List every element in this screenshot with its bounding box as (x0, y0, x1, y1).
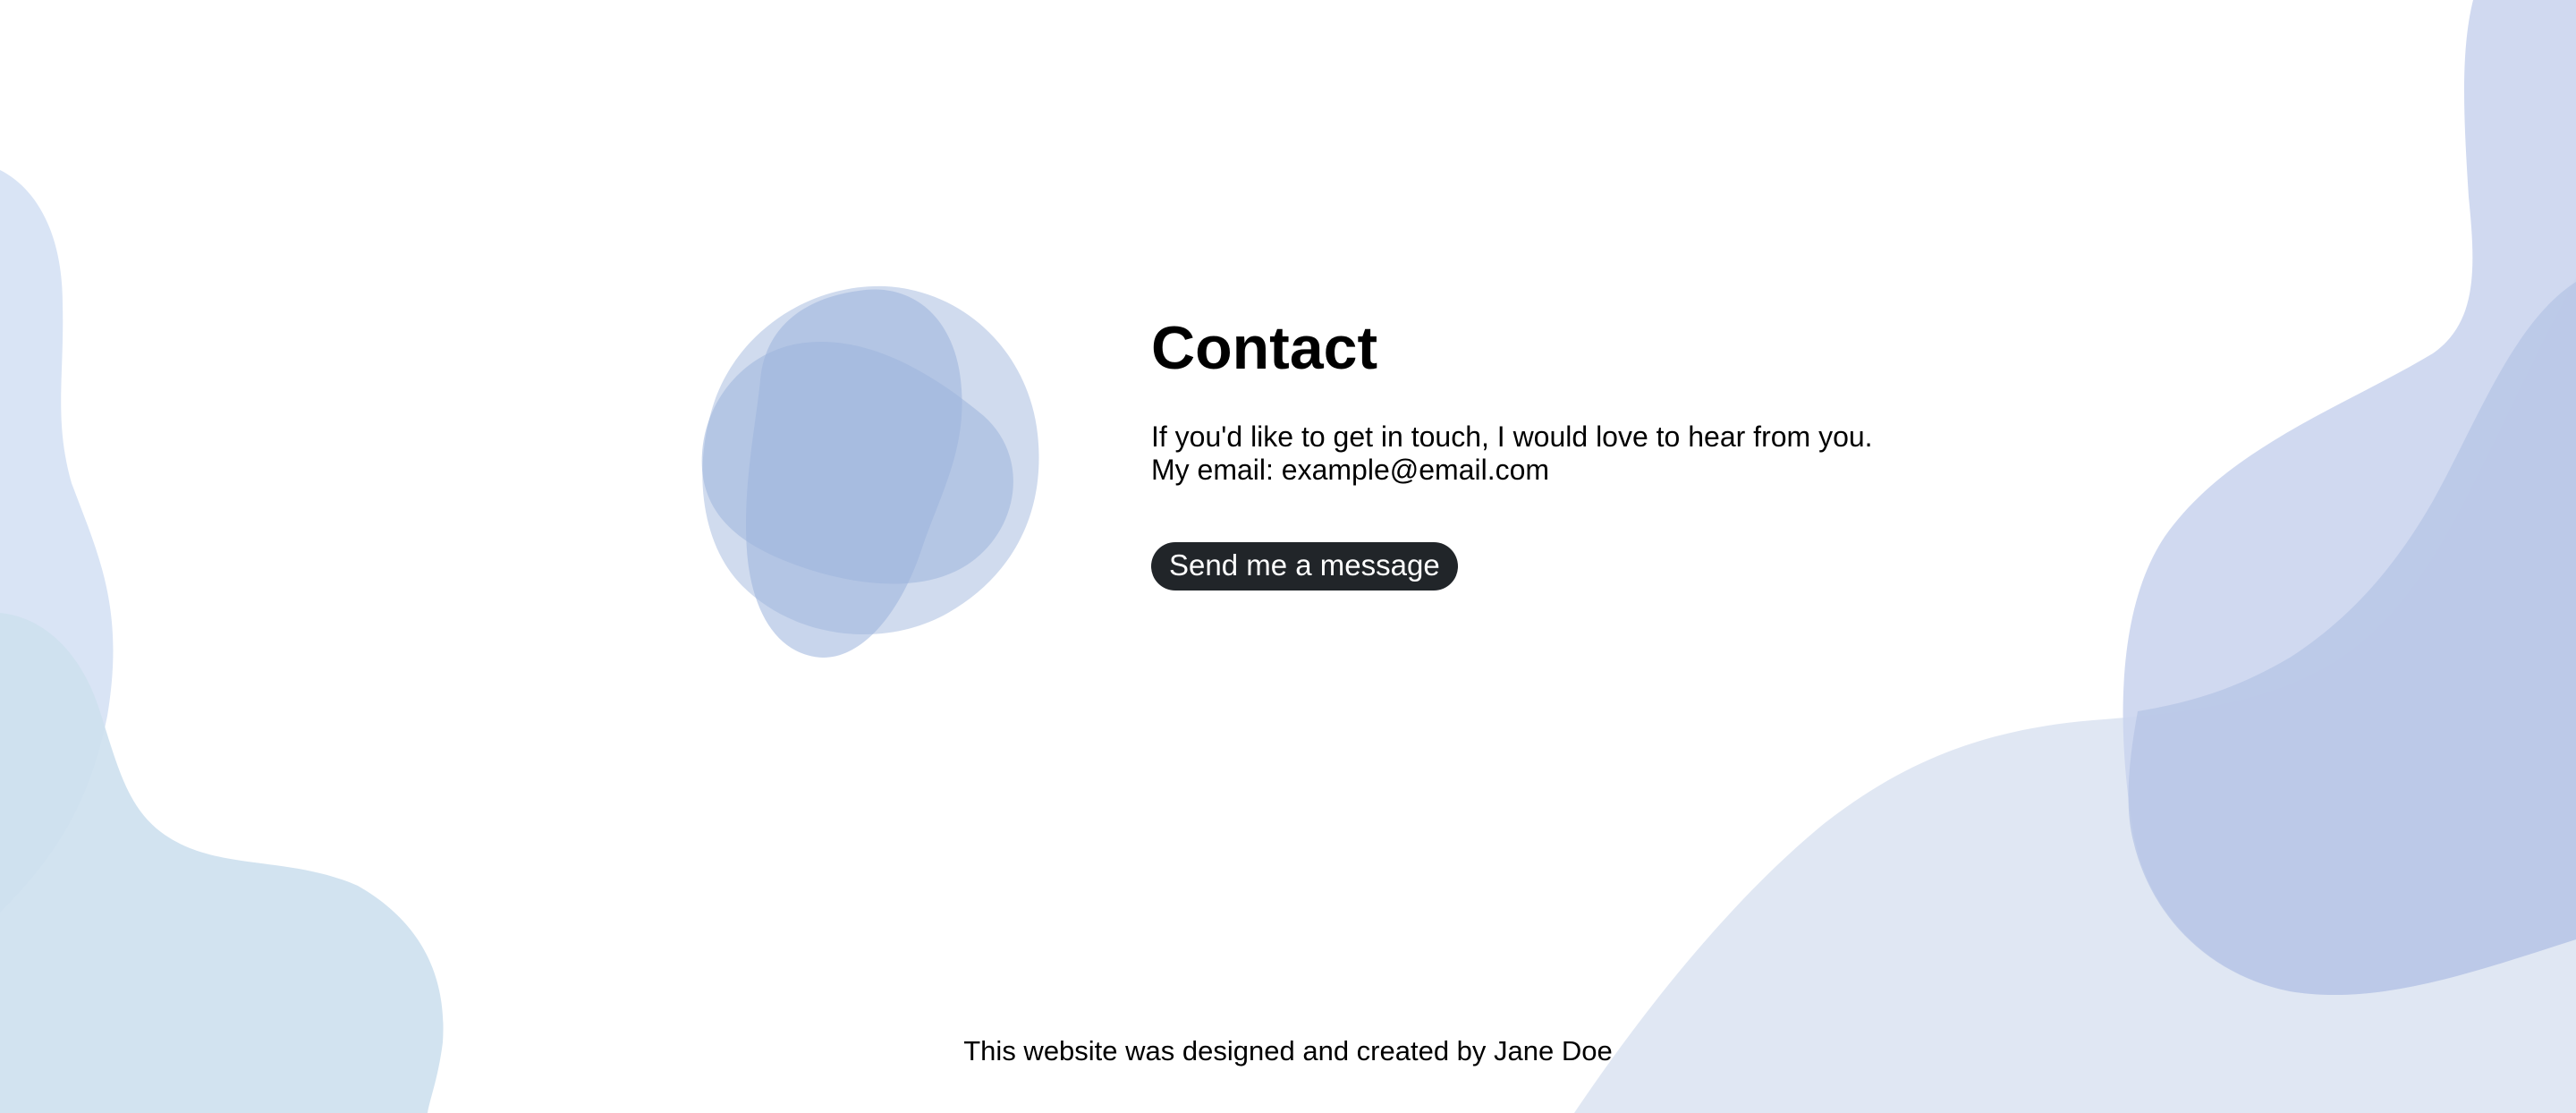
footer-credit: This website was designed and created by… (963, 1035, 1613, 1066)
contact-title: Contact (1151, 314, 1378, 382)
send-message-button[interactable]: Send me a message (1151, 542, 1458, 591)
contact-page: Contact If you'd like to get in touch, I… (0, 0, 2576, 1113)
contact-intro-text: If you'd like to get in touch, I would l… (1151, 421, 1873, 454)
contact-section: Contact If you'd like to get in touch, I… (1151, 313, 1956, 591)
contact-email-text: My email: example@email.com (1151, 454, 1550, 487)
contact-description: If you'd like to get in touch, I would l… (1151, 421, 1956, 487)
avatar-blob-graphic (701, 285, 1039, 658)
